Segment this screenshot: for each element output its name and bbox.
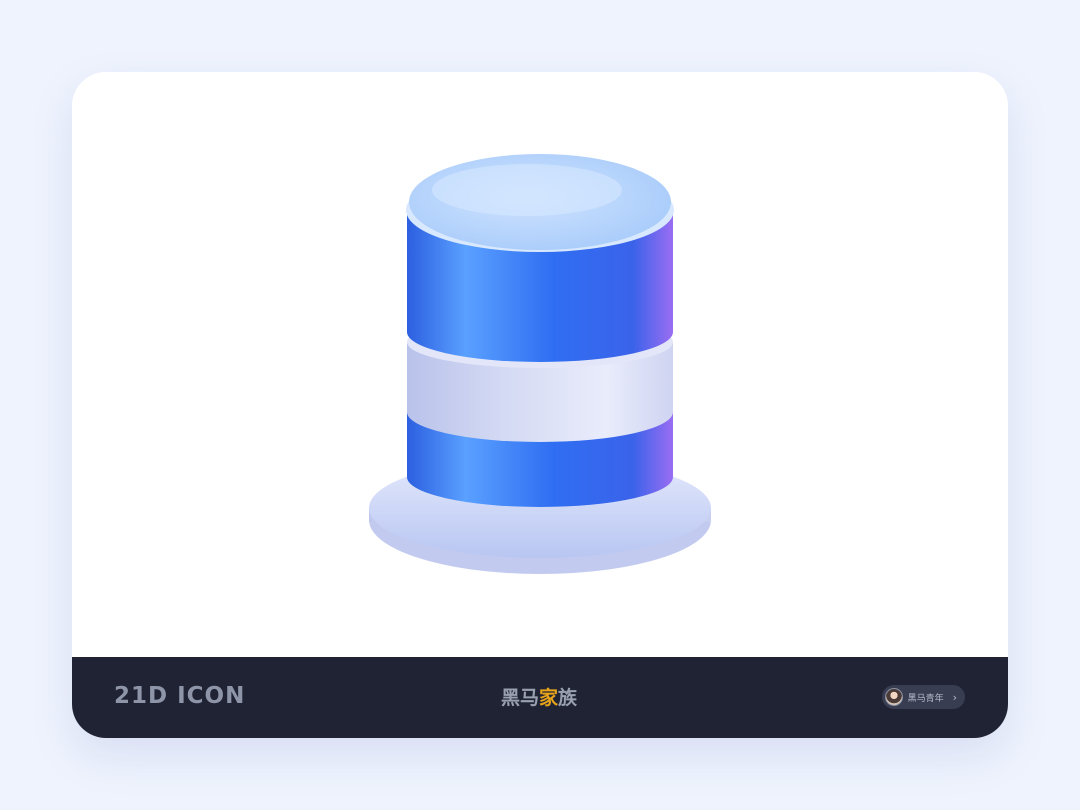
- footer-bar: 21D ICON 黑马家族 黑马青年 ›: [72, 657, 1008, 738]
- family-logo-accent: 家: [539, 687, 559, 709]
- lower-blue-band-bottom: [407, 447, 673, 507]
- family-logo-main: 黑马: [501, 687, 540, 709]
- illustration-stage: [72, 72, 1008, 657]
- chevron-right-icon: ›: [952, 690, 957, 704]
- showcase-card: 21D ICON 黑马家族 黑马青年 ›: [72, 72, 1008, 738]
- database-cylinder-icon: [369, 154, 711, 574]
- brand-logo: 21D ICON: [114, 683, 246, 709]
- upper-blue-band-bottom: [407, 302, 673, 362]
- lid-highlight: [432, 164, 622, 216]
- avatar: [884, 688, 903, 706]
- family-logo-tail: 族: [558, 687, 578, 709]
- author-name: 黑马青年: [907, 693, 944, 704]
- author-chip[interactable]: 黑马青年 ›: [881, 685, 965, 709]
- silver-band-bottom: [407, 382, 673, 442]
- family-logo: 黑马家族: [501, 683, 577, 710]
